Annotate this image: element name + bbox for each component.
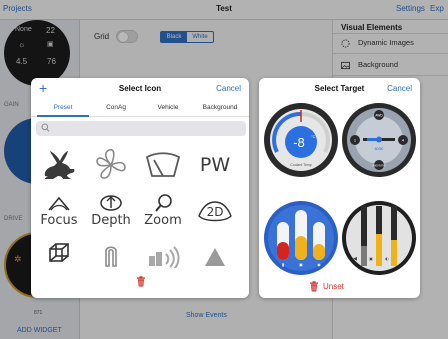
active-tab-indicator (37, 115, 89, 117)
select-icon-header: + Select Icon Cancel (31, 78, 249, 100)
temp-icon: ◐ (385, 256, 389, 261)
coolant-temp-unit: °C (311, 134, 316, 139)
select-icon-cancel-button[interactable]: Cancel (216, 84, 241, 93)
triangle-icon-graphic (205, 248, 225, 266)
depth-icon-text: Depth (91, 213, 131, 228)
wiper-icon[interactable] (141, 145, 185, 185)
focus-icon-graphic (48, 196, 70, 211)
coolant-temp-gauge[interactable]: -8 °C Coolant Temp (263, 102, 339, 178)
depth-icon-graphic (100, 195, 122, 211)
select-target-popover: Select Target Cancel -8 °C Coolant Temp … (259, 78, 420, 298)
cube-icon-graphic (49, 243, 69, 262)
tab-vehicle[interactable]: Vehicle (143, 104, 193, 111)
trash-icon[interactable] (309, 281, 319, 292)
magnet-icon[interactable] (89, 240, 133, 280)
speaker-icon: ◀ (353, 256, 357, 262)
awd-bottom-label: AWD RATIO (372, 165, 385, 168)
awd-top-label: AWD (375, 114, 383, 118)
zoom-icon[interactable]: Zoom (141, 192, 185, 232)
awd-ratio-gauge[interactable]: AWD 1 4 50/50 AWD RATIO (341, 102, 417, 178)
icon-search-field[interactable] (36, 121, 246, 136)
signal-icon[interactable] (141, 240, 185, 280)
2d-icon-text: 2D (206, 205, 224, 219)
fuel-icon: ▣ (299, 262, 303, 267)
battery-icon: ▮ (282, 262, 284, 267)
fan-icon-graphic (96, 148, 126, 179)
magnet-icon-graphic (105, 246, 117, 267)
signal-icon-graphic (149, 246, 180, 268)
awd-mid-label: 50/50 (375, 147, 384, 151)
2d-icon[interactable]: 2D (193, 192, 237, 232)
tab-conag[interactable]: ConAg (91, 104, 141, 111)
focus-icon-text: Focus (40, 213, 78, 228)
unset-target-button[interactable]: Unset (323, 282, 344, 291)
tab-preset[interactable]: Preset (37, 104, 89, 111)
fan-icon[interactable] (89, 145, 133, 185)
fluid-level-gauge-dark[interactable]: ◀ ▣ ◐ (341, 200, 417, 276)
fluid-level-gauge-blue[interactable]: ▮ ▣ ◉ (263, 200, 339, 276)
rabbit-icon[interactable] (37, 145, 81, 185)
fuel-icon-2: ▣ (369, 256, 373, 261)
coolant-temp-caption: Coolant Temp (290, 163, 312, 167)
trash-icon[interactable] (136, 276, 146, 287)
oil-icon: ◉ (317, 262, 321, 267)
wiper-icon-graphic (146, 152, 180, 177)
icon-category-tabs: Preset ConAg Vehicle Background (31, 100, 249, 117)
depth-icon[interactable]: Depth (89, 192, 133, 232)
zoom-icon-text: Zoom (144, 213, 182, 228)
select-icon-popover: + Select Icon Cancel Preset ConAg Vehicl… (31, 78, 249, 298)
tab-background[interactable]: Background (195, 104, 245, 111)
focus-icon[interactable]: Focus (37, 192, 81, 232)
triangle-icon[interactable] (193, 240, 237, 280)
pw-icon[interactable]: PW (193, 145, 237, 185)
coolant-temp-value: -8 (293, 135, 305, 150)
rabbit-icon-graphic (44, 151, 75, 179)
search-icon (41, 123, 50, 132)
pw-icon-text: PW (199, 154, 231, 176)
cube-icon[interactable] (37, 240, 81, 280)
zoom-icon-graphic (155, 194, 172, 212)
icon-search-input[interactable] (52, 122, 240, 135)
select-target-cancel-button[interactable]: Cancel (387, 84, 412, 93)
